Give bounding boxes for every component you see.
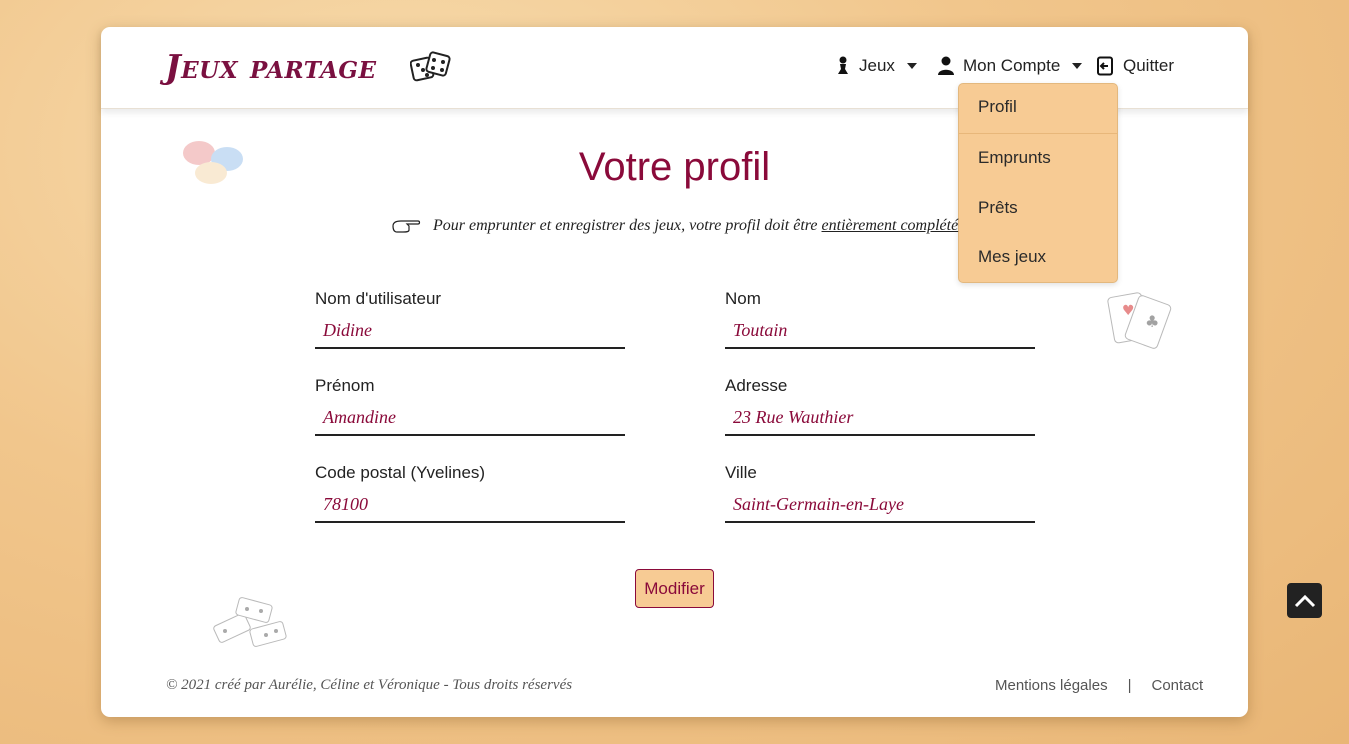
legal-notice-link[interactable]: Mentions légales [995, 677, 1108, 694]
lastname-label: Nom [725, 289, 761, 308]
logout-icon [1097, 56, 1113, 76]
address-label: Adresse [725, 376, 788, 395]
lastname-input[interactable]: Toutain [725, 317, 1035, 349]
nav-quit-label: Quitter [1123, 56, 1175, 75]
chevron-down-icon [1072, 63, 1083, 69]
pawn-icon [838, 56, 848, 74]
contact-link[interactable]: Contact [1151, 677, 1203, 694]
notice-emphasis: entièrement complété [821, 217, 959, 234]
nav-games-label: Jeux [859, 56, 895, 75]
chevron-down-icon [906, 63, 917, 69]
menu-item-profil[interactable]: Profil [978, 97, 1017, 117]
footer-separator: | [1127, 677, 1132, 694]
menu-item-mes-jeux[interactable]: Mes jeux [978, 247, 1046, 267]
firstname-field-group: Prénom Amandine [315, 376, 625, 436]
pointing-hand-icon [392, 220, 421, 233]
username-label: Nom d'utilisateur [315, 289, 442, 308]
postal-code-label: Code postal (Yvelines) [315, 463, 486, 482]
nav-quit[interactable]: Quitter [1095, 56, 1174, 76]
postal-code-input[interactable]: 78100 [315, 491, 625, 523]
city-field-group: Ville Saint-Germain-en-Laye [725, 463, 1035, 523]
notice-text: Pour emprunter et enregistrer des jeux, … [433, 217, 822, 234]
lastname-field-group: Nom Toutain [725, 289, 1035, 349]
address-input[interactable]: 23 Rue Wauthier [725, 404, 1035, 436]
site-logo[interactable]: Jeux partage [165, 47, 377, 86]
page-title: Votre profil [578, 145, 771, 189]
address-field-group: Adresse 23 Rue Wauthier [725, 376, 1035, 436]
footer-copyright: © 2021 créé par Aurélie, Céline et Véron… [166, 677, 573, 693]
city-label: Ville [725, 463, 757, 482]
username-input[interactable]: Didine [315, 317, 625, 349]
svg-text:♥: ♥ [1122, 303, 1135, 319]
menu-item-prets[interactable]: Prêts [978, 198, 1018, 218]
firstname-label: Prénom [315, 376, 375, 395]
username-field-group: Nom d'utilisateur Didine [315, 289, 625, 349]
dominoes-icon [213, 597, 287, 647]
nav-account[interactable]: Mon Compte [937, 56, 1083, 76]
firstname-input[interactable]: Amandine [315, 404, 625, 436]
main-card: Jeux partage Jeux Mon Compte Quitter Pro… [101, 27, 1248, 717]
nav-games[interactable]: Jeux [835, 56, 917, 76]
menu-divider [959, 133, 1117, 134]
city-input[interactable]: Saint-Germain-en-Laye [725, 491, 1035, 523]
footer-links: Mentions légales | Contact [995, 677, 1203, 694]
playing-cards-icon: ♥ ♣ [1107, 292, 1172, 349]
svg-text:♣: ♣ [1145, 312, 1159, 331]
dice-icon [410, 51, 451, 82]
user-icon [938, 56, 954, 75]
nav-account-label: Mon Compte [963, 56, 1061, 75]
scroll-to-top-button[interactable] [1287, 583, 1322, 618]
chevron-up-icon [1294, 594, 1315, 607]
modify-button[interactable]: Modifier [635, 569, 714, 608]
profile-notice: Pour emprunter et enregistrer des jeux, … [391, 217, 958, 235]
postal-field-group: Code postal (Yvelines) 78100 [315, 463, 625, 523]
